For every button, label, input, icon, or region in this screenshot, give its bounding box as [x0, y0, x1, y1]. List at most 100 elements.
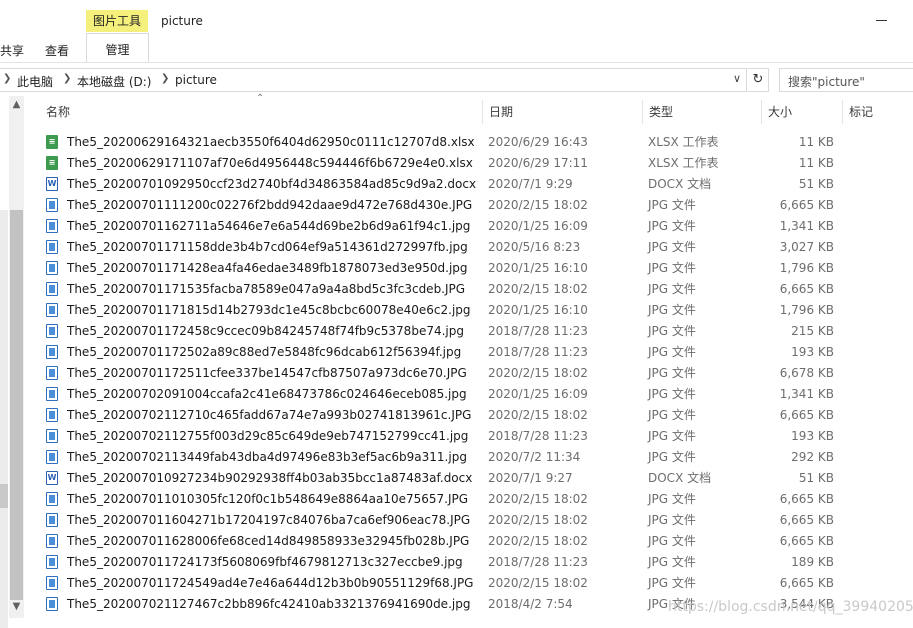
tab-view[interactable]: 查看	[45, 42, 69, 59]
file-type: JPG 文件	[648, 303, 696, 317]
image-file-icon	[46, 429, 58, 443]
file-date: 2018/4/2 7:54	[488, 597, 573, 611]
file-type: JPG 文件	[648, 450, 696, 464]
file-row[interactable]: ≡ The5_20200629171107af70e6d4956448c59444…	[26, 153, 913, 174]
file-date: 2020/2/15 18:02	[488, 513, 588, 527]
image-file-icon	[46, 282, 58, 296]
column-header-name[interactable]: 名称	[46, 98, 70, 126]
file-row[interactable]: The5_20200701171535facba78589e047a9a4a8b…	[26, 279, 913, 300]
file-size: 1,796 KB	[779, 261, 834, 275]
column-divider[interactable]	[482, 100, 483, 124]
file-row[interactable]: The5_20200701171428ea4fa46edae3489fb1878…	[26, 258, 913, 279]
column-divider[interactable]	[761, 100, 762, 124]
breadcrumb-local-disk[interactable]: 本地磁盘 (D:)	[77, 73, 151, 90]
file-date: 2020/6/29 17:11	[488, 156, 588, 170]
file-row[interactable]: The5_20200702113449fab43dba4d97496e83b3e…	[26, 447, 913, 468]
column-divider[interactable]	[642, 100, 643, 124]
breadcrumb-picture[interactable]: picture	[175, 73, 217, 87]
image-file-icon	[46, 387, 58, 401]
file-name: The5_202007010927234b90292938ff4b03ab35b…	[67, 471, 473, 485]
tab-manage[interactable]: 管理	[86, 33, 149, 63]
file-name: The5_202007011010305fc120f0c1b548649e886…	[67, 492, 469, 506]
refresh-button[interactable]: ↻	[748, 68, 769, 92]
tab-share[interactable]: 共享	[0, 42, 24, 59]
file-row[interactable]: The5_20200702112710c465fadd67a74e7a993b0…	[26, 405, 913, 426]
file-date: 2020/7/1 9:29	[488, 177, 573, 191]
file-row[interactable]: The5_20200701172502a89c88ed7e5848fc96dca…	[26, 342, 913, 363]
file-row[interactable]: The5_202007011724549ad4e7e46a644d12b3b0b…	[26, 573, 913, 594]
file-name: The5_20200701111200c02276f2bdd942daae9d4…	[67, 198, 473, 212]
file-row[interactable]: The5_20200701172458c9ccec09b84245748f74f…	[26, 321, 913, 342]
ribbon: 共享 查看 图片工具 管理 picture	[0, 0, 913, 63]
file-date: 2020/2/15 18:02	[488, 408, 588, 422]
file-name: The5_20200701171815d14b2793dc1e45c8bcbc6…	[67, 303, 471, 317]
scroll-thumb[interactable]	[10, 210, 23, 600]
file-row[interactable]: The5_202007011010305fc120f0c1b548649e886…	[26, 489, 913, 510]
file-row[interactable]: The5_20200701171158dde3b4b7cd064ef9a5143…	[26, 237, 913, 258]
file-size: 1,341 KB	[779, 219, 834, 233]
file-name: The5_20200702112755f003d29c85c649de9eb74…	[67, 429, 469, 443]
file-type: JPG 文件	[648, 261, 696, 275]
address-bar[interactable]: ❯ 此电脑 ❯ 本地磁盘 (D:) ❯ picture ∨	[0, 68, 747, 92]
file-date: 2020/1/25 16:09	[488, 387, 588, 401]
image-file-icon	[46, 492, 58, 506]
file-type: JPG 文件	[648, 219, 696, 233]
file-size: 193 KB	[791, 429, 834, 443]
file-size: 6,665 KB	[779, 282, 834, 296]
image-file-icon	[46, 240, 58, 254]
file-type: JPG 文件	[648, 534, 696, 548]
file-name: The5_20200701092950ccf23d2740bf4d3486358…	[67, 177, 477, 191]
column-header-tags[interactable]: 标记	[849, 98, 873, 126]
column-header-type[interactable]: 类型	[649, 98, 673, 126]
file-row[interactable]: The5_20200701111200c02276f2bdd942daae9d4…	[26, 195, 913, 216]
file-type: DOCX 文档	[648, 177, 712, 191]
file-date: 2020/5/16 8:23	[488, 240, 581, 254]
excel-file-icon: ≡	[46, 156, 58, 170]
file-date: 2020/2/15 18:02	[488, 576, 588, 590]
word-file-icon: W	[46, 471, 58, 485]
file-type: JPG 文件	[648, 366, 696, 380]
minimize-button[interactable]	[870, 6, 894, 26]
file-size: 6,665 KB	[779, 576, 834, 590]
file-name: The5_20200629171107af70e6d4956448c594446…	[67, 156, 473, 170]
vertical-scrollbar[interactable]: ▲ ▼	[9, 96, 24, 618]
scroll-up-arrow-icon[interactable]: ▲	[9, 98, 24, 112]
chevron-down-icon[interactable]: ∨	[733, 72, 741, 85]
file-date: 2018/7/28 11:23	[488, 555, 588, 569]
file-row[interactable]: The5_20200702091004ccafa2c41e68473786c02…	[26, 384, 913, 405]
file-type: JPG 文件	[648, 198, 696, 212]
file-type: JPG 文件	[648, 492, 696, 506]
image-file-icon	[46, 198, 58, 212]
file-row[interactable]: The5_20200701171815d14b2793dc1e45c8bcbc6…	[26, 300, 913, 321]
column-divider[interactable]	[842, 100, 843, 124]
file-name: The5_202007021127467c2bb896fc42410ab3321…	[67, 597, 471, 611]
file-row[interactable]: ≡ The5_20200629164321aecb3550f6404d62950c…	[26, 132, 913, 153]
file-row[interactable]: The5_202007011628006fe68ced14d849858933e…	[26, 531, 913, 552]
chevron-right-icon[interactable]: ❯	[161, 73, 169, 84]
file-size: 6,665 KB	[779, 534, 834, 548]
file-row[interactable]: The5_202007011604271b17204197c84076ba7ca…	[26, 510, 913, 531]
file-row[interactable]: The5_20200702112755f003d29c85c649de9eb74…	[26, 426, 913, 447]
image-file-icon	[46, 303, 58, 317]
chevron-right-icon[interactable]: ❯	[63, 73, 71, 84]
file-row[interactable]: The5_20200701162711a54646e7e6a544d69be2b…	[26, 216, 913, 237]
file-row[interactable]: W The5_20200701092950ccf23d2740bf4d348635…	[26, 174, 913, 195]
file-row[interactable]: The5_20200701172511cfee337be14547cfb8750…	[26, 363, 913, 384]
column-header-date[interactable]: 日期	[489, 98, 513, 126]
file-row[interactable]: W The5_202007010927234b90292938ff4b03ab35…	[26, 468, 913, 489]
image-file-icon	[46, 534, 58, 548]
file-date: 2020/2/15 18:02	[488, 198, 588, 212]
search-input[interactable]: 搜索"picture"	[779, 68, 913, 92]
chevron-right-icon[interactable]: ❯	[3, 73, 11, 84]
file-type: JPG 文件	[648, 387, 696, 401]
file-size: 6,665 KB	[779, 513, 834, 527]
file-type: JPG 文件	[648, 345, 696, 359]
column-header-size[interactable]: 大小	[768, 98, 792, 126]
breadcrumb-this-pc[interactable]: 此电脑	[17, 73, 53, 90]
file-list: ≡ The5_20200629164321aecb3550f6404d62950c…	[26, 132, 913, 628]
watermark: https://blog.csdn.net/qq_39940205	[668, 599, 913, 615]
file-date: 2020/1/25 16:09	[488, 219, 588, 233]
search-placeholder: 搜索"picture"	[788, 75, 865, 89]
scroll-down-arrow-icon[interactable]: ▼	[9, 600, 24, 614]
file-row[interactable]: The5_202007011724173f5608069fbf467981271…	[26, 552, 913, 573]
